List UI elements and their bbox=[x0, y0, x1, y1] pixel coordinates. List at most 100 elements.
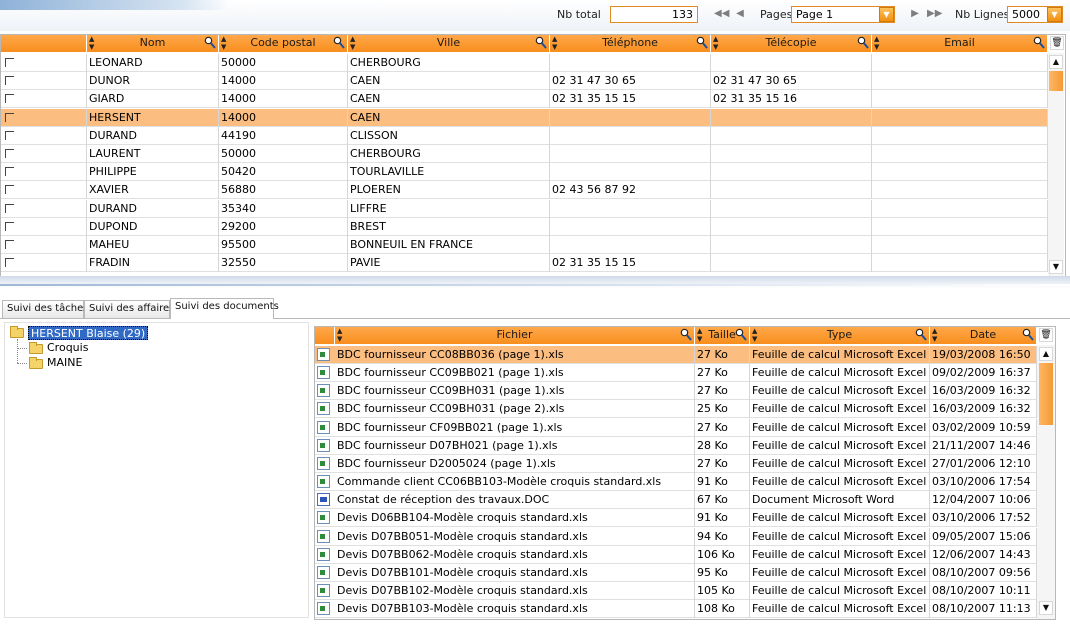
table-row[interactable]: Devis D07BB062-Modèle croquis standard.x… bbox=[315, 545, 1037, 564]
table-cell bbox=[711, 254, 872, 273]
table-row[interactable]: BDC fournisseur CF09BB021 (page 1).xls 27… bbox=[315, 418, 1037, 437]
row-checkbox[interactable] bbox=[5, 149, 14, 158]
table-cell: CHERBOURG bbox=[348, 145, 550, 163]
last-page-icon[interactable]: ▶▶ bbox=[927, 7, 942, 21]
table-row[interactable]: HERSENT 14000 CAEN bbox=[1, 108, 1048, 127]
column-header-select[interactable] bbox=[1, 35, 87, 52]
first-page-icon[interactable]: ◀◀ bbox=[714, 7, 729, 21]
table-row[interactable]: Devis D07BB101-Modèle croquis standard.x… bbox=[315, 563, 1037, 582]
previous-page-icon[interactable]: ◀ bbox=[734, 7, 746, 21]
table-row[interactable]: LEONARD 50000 CHERBOURG bbox=[1, 54, 1048, 72]
table-row[interactable]: PHILIPPE 50420 TOURLAVILLE bbox=[1, 163, 1048, 182]
table-row[interactable]: DUPOND 29200 BREST bbox=[1, 217, 1048, 236]
scroll-down-icon[interactable]: ▼ bbox=[1039, 601, 1053, 615]
table-row[interactable]: BDC fournisseur CC09BB021 (page 1).xls 27… bbox=[315, 364, 1037, 383]
scroll-thumb[interactable] bbox=[1049, 71, 1063, 91]
sort-icon[interactable]: ▲ ▼ bbox=[874, 35, 879, 51]
table-cell bbox=[872, 145, 1048, 163]
column-header[interactable]: ▲ ▼ Type bbox=[750, 327, 930, 344]
row-checkbox[interactable] bbox=[5, 130, 14, 140]
table-row[interactable]: MAHEU 95500 BONNEUIL EN FRANCE bbox=[1, 236, 1048, 254]
tab-documents[interactable]: Suivi des documents bbox=[170, 298, 279, 319]
tree-node-root[interactable]: HERSENT Blaise (29) bbox=[28, 326, 149, 340]
column-header[interactable]: ▲ ▼ Téléphone bbox=[550, 35, 711, 52]
row-checkbox[interactable] bbox=[5, 94, 14, 104]
contacts-scrollbar[interactable]: ▲ ▼ bbox=[1048, 53, 1064, 276]
table-row[interactable]: LAURENT 50000 CHERBOURG bbox=[1, 145, 1048, 163]
table-cell bbox=[872, 236, 1048, 254]
table-row[interactable]: DURAND 44190 CLISSON bbox=[1, 126, 1048, 145]
delete-icon[interactable]: 🗑 bbox=[1050, 36, 1064, 50]
column-header-label: Téléphone bbox=[602, 36, 658, 49]
sort-icon[interactable]: ▲ ▼ bbox=[752, 327, 757, 343]
table-row[interactable]: BDC fournisseur D2005024 (page 1).xls 27 … bbox=[315, 454, 1037, 473]
table-row[interactable]: DUNOR 14000 CAEN 02 31 47 30 65 02 31 47 30 … bbox=[1, 72, 1048, 91]
sort-icon[interactable]: ▲ ▼ bbox=[350, 35, 355, 51]
table-row[interactable]: FRADIN 32550 PAVIE 02 31 35 15 15 bbox=[1, 254, 1048, 273]
table-cell: 91 Ko bbox=[695, 509, 750, 528]
scroll-up-icon[interactable]: ▲ bbox=[1049, 55, 1063, 69]
table-row[interactable]: DURAND 35340 LIFFRE bbox=[1, 199, 1048, 218]
sort-icon[interactable]: ▲ ▼ bbox=[713, 35, 718, 51]
column-header[interactable]: ▲ ▼ Email bbox=[872, 35, 1048, 52]
row-checkbox[interactable] bbox=[5, 167, 14, 177]
table-row[interactable]: XAVIER 56880 PLOEREN 02 43 56 87 92 bbox=[1, 181, 1048, 200]
table-cell: 12/06/2007 14:43 bbox=[930, 545, 1037, 564]
sort-icon[interactable]: ▲ ▼ bbox=[89, 35, 94, 51]
table-row[interactable]: BDC fournisseur CC08BB036 (page 1).xls 27… bbox=[315, 346, 1037, 364]
checkbox-cell bbox=[1, 236, 87, 254]
excel-file-icon bbox=[317, 475, 330, 489]
row-checkbox[interactable] bbox=[5, 185, 14, 195]
scroll-down-icon[interactable]: ▼ bbox=[1049, 260, 1063, 274]
table-row[interactable]: Commande client CC06BB103-Modèle croquis… bbox=[315, 473, 1037, 492]
table-row[interactable]: Constat de réception des travaux.DOC 67 K… bbox=[315, 491, 1037, 510]
page-dropdown-arrow-icon[interactable]: ▼ bbox=[879, 7, 894, 22]
sort-icon[interactable]: ▲ ▼ bbox=[697, 327, 702, 343]
scroll-up-icon[interactable]: ▲ bbox=[1039, 347, 1053, 361]
row-checkbox[interactable] bbox=[5, 76, 14, 86]
header-decoration bbox=[0, 0, 230, 10]
table-row[interactable]: GIARD 14000 CAEN 02 31 35 15 15 02 31 35 15 … bbox=[1, 90, 1048, 109]
icon-cell bbox=[315, 400, 335, 418]
delete-icon[interactable]: 🗑 bbox=[1039, 328, 1053, 342]
sort-icon[interactable]: ▲ ▼ bbox=[221, 35, 226, 51]
table-row[interactable]: Devis D07BB103-Modèle croquis standard.x… bbox=[315, 600, 1037, 619]
table-row[interactable]: Devis D07BB051-Modèle croquis standard.x… bbox=[315, 527, 1037, 546]
column-header[interactable]: ▲ ▼ Taille bbox=[695, 327, 750, 344]
column-header[interactable]: ▲ ▼ Code postal bbox=[219, 35, 348, 52]
row-checkbox[interactable] bbox=[5, 112, 14, 122]
icon-cell bbox=[315, 546, 335, 564]
tab-affaires[interactable]: Suivi des affaires bbox=[84, 300, 174, 318]
row-checkbox[interactable] bbox=[5, 240, 14, 249]
table-row[interactable]: BDC fournisseur CC09BH031 (page 2).xls 25… bbox=[315, 400, 1037, 419]
column-header[interactable]: ▲ ▼ Date bbox=[930, 327, 1037, 344]
row-checkbox[interactable] bbox=[5, 58, 14, 67]
sort-icon[interactable]: ▲ ▼ bbox=[552, 35, 557, 51]
table-row[interactable]: BDC fournisseur D07BH021 (page 1).xls 28 … bbox=[315, 436, 1037, 455]
table-cell bbox=[711, 54, 872, 72]
table-cell bbox=[550, 108, 711, 127]
column-header[interactable]: ▲ ▼ Fichier bbox=[335, 327, 695, 344]
row-checkbox[interactable] bbox=[5, 203, 14, 213]
table-row[interactable]: Devis D07BB102-Modèle croquis standard.x… bbox=[315, 581, 1037, 600]
column-header[interactable]: ▲ ▼ Ville bbox=[348, 35, 550, 52]
next-page-icon[interactable]: ▶ bbox=[909, 7, 921, 21]
table-cell: LAURENT bbox=[87, 145, 219, 163]
nb-lignes-dropdown-arrow-icon[interactable]: ▼ bbox=[1047, 7, 1062, 22]
scroll-thumb[interactable] bbox=[1039, 363, 1053, 425]
table-cell bbox=[872, 54, 1048, 72]
column-header[interactable]: ▲ ▼ Télécopie bbox=[711, 35, 872, 52]
table-row[interactable]: BDC fournisseur CC09BH031 (page 1).xls 27… bbox=[315, 382, 1037, 401]
column-header[interactable]: ▲ ▼ Nom bbox=[87, 35, 219, 52]
sort-icon[interactable]: ▲ ▼ bbox=[932, 327, 937, 343]
splitter-bar[interactable] bbox=[0, 276, 1070, 296]
sort-icon[interactable]: ▲ ▼ bbox=[337, 327, 342, 343]
row-checkbox[interactable] bbox=[5, 221, 14, 231]
documents-scrollbar[interactable]: ▲ ▼ bbox=[1037, 345, 1055, 619]
table-cell: 28 Ko bbox=[695, 436, 750, 455]
tree-node-croquis[interactable]: Croquis bbox=[47, 341, 88, 355]
table-row[interactable]: Devis D06BB104-Modèle croquis standard.x… bbox=[315, 509, 1037, 528]
tree-node-maine[interactable]: MAINE bbox=[47, 356, 82, 370]
row-checkbox[interactable] bbox=[5, 258, 14, 268]
tab-taches[interactable]: Suivi des tâches bbox=[2, 300, 88, 318]
